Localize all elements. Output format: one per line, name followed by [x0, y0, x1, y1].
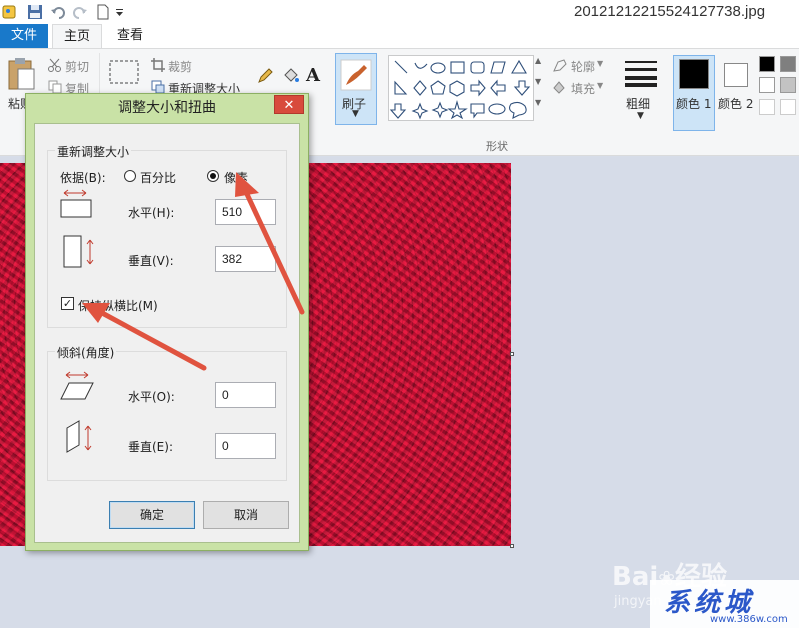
site-url-text: www.386w.com	[710, 614, 788, 625]
site-logo-watermark: 系统城 www.386w.com	[650, 580, 799, 628]
annotation-arrows	[82, 172, 305, 371]
